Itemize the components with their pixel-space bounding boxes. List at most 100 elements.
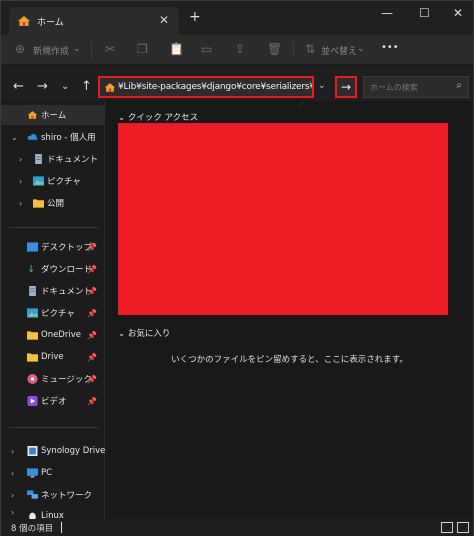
paste-icon[interactable]: 📋 (169, 42, 184, 56)
back-button[interactable]: ← (13, 79, 24, 94)
pc-icon (27, 468, 38, 478)
rename-icon[interactable]: ▭ (201, 42, 212, 56)
sidebar-item-label: ネットワーク (41, 491, 93, 501)
sidebar-item-label: shiro - 個人用 (41, 133, 96, 143)
address-path[interactable]: ¥Lib¥site-packages¥django¥core¥serialize… (118, 82, 312, 92)
chevron-right-icon[interactable]: › (19, 199, 22, 208)
maximize-button[interactable]: ☐ (419, 6, 430, 20)
sidebar-item-label: デスクトップ (41, 243, 93, 253)
close-window-button[interactable]: ✕ (453, 6, 463, 20)
recent-locations-button[interactable]: ⌄ (61, 81, 69, 92)
sidebar-item-label: Drive (41, 352, 64, 362)
sidebar-item-home[interactable]: ホーム (1, 105, 105, 125)
sidebar-item-documents-pinned[interactable]: ドキュメント 📌 (1, 281, 105, 301)
toolbar-divider (293, 41, 294, 59)
chevron-right-icon[interactable]: › (11, 469, 14, 478)
cut-icon[interactable]: ✂ (105, 42, 115, 56)
more-options-button[interactable]: ••• (381, 42, 399, 53)
sidebar-item-label: OneDrive (41, 330, 81, 340)
pictures-icon (33, 176, 44, 186)
sidebar-item-documents[interactable]: › ドキュメント (1, 149, 105, 169)
sidebar-item-music[interactable]: ミュージック 📌 (1, 369, 105, 389)
up-button[interactable]: ↑ (81, 79, 92, 94)
home-icon (18, 16, 30, 26)
sidebar-item-pictures[interactable]: › ピクチャ (1, 171, 105, 191)
sidebar-item-onedrive-personal[interactable]: ⌄ shiro - 個人用 (1, 127, 105, 147)
sort-chevron-icon[interactable]: ⌄ (357, 44, 365, 54)
sidebar-item-pictures-pinned[interactable]: ピクチャ 📌 (1, 303, 105, 323)
new-button-label[interactable]: 新規作成 (33, 44, 69, 57)
sidebar-item-label: ダウンロード (41, 265, 93, 275)
pin-icon: 📌 (87, 396, 97, 406)
file-explorer-window: ホーム ✕ + — ☐ ✕ ⊕ 新規作成 ⌄ ✂ ❐ 📋 ▭ ⇪ 🗑 ⇅ 並べ替… (0, 0, 474, 536)
chevron-down-icon[interactable]: ⌄ (11, 133, 18, 142)
details-view-icon[interactable] (441, 522, 453, 533)
download-icon: ↓ (27, 264, 36, 275)
network-icon (27, 490, 38, 499)
title-bar: ホーム ✕ + — ☐ ✕ (1, 1, 473, 35)
new-icon[interactable]: ⊕ (15, 42, 25, 56)
pin-icon: 📌 (87, 264, 97, 274)
sidebar-item-synology-drive[interactable]: › Synology Drive (1, 441, 105, 461)
pin-icon: 📌 (87, 308, 97, 318)
sidebar-item-desktop[interactable]: デスクトップ 📌 (1, 237, 105, 257)
sidebar-item-public[interactable]: › 公開 (1, 193, 105, 213)
go-button[interactable]: → (335, 76, 357, 98)
sidebar-item-label: ホーム (41, 111, 67, 121)
pin-icon: 📌 (87, 330, 97, 340)
chevron-right-icon[interactable]: › (11, 491, 14, 500)
navigation-pane: ホーム ⌄ shiro - 個人用 › ドキュメント › ピクチャ › 公開 デ… (1, 101, 105, 519)
address-bar[interactable]: ¥Lib¥site-packages¥django¥core¥serialize… (98, 76, 314, 98)
sidebar-item-network[interactable]: › ネットワーク (1, 485, 105, 505)
status-bar: 8 個の項目 (1, 519, 473, 536)
chevron-right-icon[interactable]: › (11, 508, 14, 517)
synology-drive-icon (27, 446, 38, 456)
new-chevron-icon[interactable]: ⌄ (73, 44, 81, 54)
sort-button-label[interactable]: 並べ替え (321, 44, 357, 57)
video-icon (27, 396, 38, 406)
share-icon[interactable]: ⇪ (235, 42, 245, 56)
home-icon (104, 82, 116, 92)
pin-icon: 📌 (87, 352, 97, 362)
tab-title: ホーム (37, 17, 64, 28)
chevron-right-icon[interactable]: › (11, 447, 14, 456)
sidebar-item-drive[interactable]: Drive 📌 (1, 347, 105, 367)
section-quick-access[interactable]: ⌄ クイック アクセス (118, 111, 198, 123)
address-history-chevron-icon[interactable]: ⌄ (318, 81, 326, 91)
close-tab-icon[interactable]: ✕ (159, 13, 169, 27)
sidebar-item-label: ピクチャ (47, 177, 81, 187)
section-title: クイック アクセス (127, 113, 199, 123)
sidebar-item-label: 公開 (47, 199, 65, 209)
chevron-right-icon[interactable]: › (19, 155, 22, 164)
sort-icon[interactable]: ⇅ (305, 42, 315, 56)
onedrive-cloud-icon (27, 134, 38, 140)
sidebar-item-onedrive[interactable]: OneDrive 📌 (1, 325, 105, 345)
section-favorites[interactable]: ⌄ お気に入り (118, 327, 170, 339)
sidebar-item-pc[interactable]: › PC (1, 463, 105, 483)
command-bar: ⊕ 新規作成 ⌄ ✂ ❐ 📋 ▭ ⇪ 🗑 ⇅ 並べ替え ⌄ ••• (1, 35, 473, 65)
search-icon: ⌕ (456, 80, 462, 91)
delete-icon[interactable]: 🗑 (267, 42, 282, 56)
sidebar-item-downloads[interactable]: ↓ ダウンロード 📌 (1, 259, 105, 279)
sidebar-item-label: ミュージック (41, 375, 92, 385)
document-icon (29, 286, 36, 296)
text-cursor (61, 522, 62, 533)
new-tab-button[interactable]: + (189, 9, 201, 25)
minimize-button[interactable]: — (381, 6, 393, 20)
chevron-right-icon[interactable]: › (19, 177, 22, 186)
resize-grip-icon[interactable]: ⋰ (298, 101, 304, 108)
search-input[interactable] (364, 77, 448, 97)
copy-icon[interactable]: ❐ (137, 42, 148, 56)
sidebar-item-label: PC (41, 468, 53, 478)
search-box[interactable]: ⌕ (363, 76, 469, 98)
tab-home[interactable]: ホーム ✕ (9, 7, 179, 35)
document-icon (35, 154, 42, 164)
forward-button[interactable]: → (37, 79, 48, 94)
sidebar-item-videos[interactable]: ビデオ 📌 (1, 391, 105, 411)
desktop-icon (27, 242, 38, 252)
sidebar-item-label: Synology Drive (41, 446, 106, 456)
tiles-view-icon[interactable] (457, 522, 469, 533)
content-pane: ⋰ ⌄ クイック アクセス ⌄ お気に入り いくつかのファイルをピン留めすると、… (106, 101, 473, 519)
arrow-right-icon: → (340, 80, 352, 94)
sidebar-item-linux[interactable]: › Linux (1, 507, 105, 519)
